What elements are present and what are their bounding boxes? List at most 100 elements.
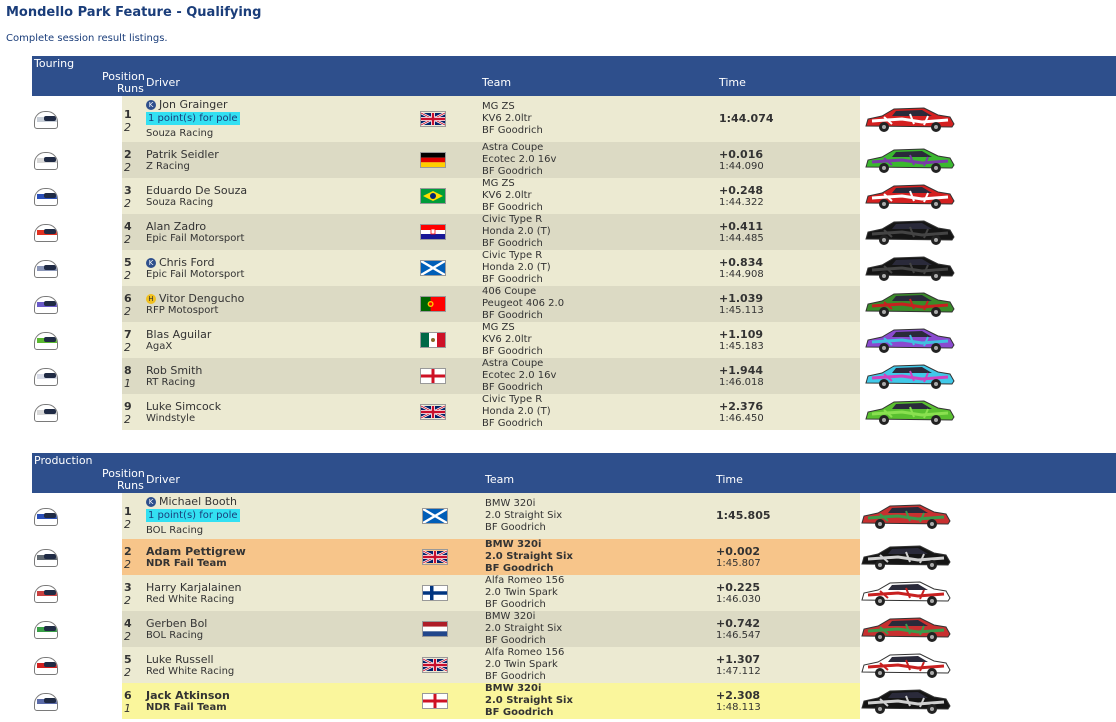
driver-name-text: Michael Booth — [159, 495, 237, 508]
car-livery-image — [858, 650, 952, 680]
car-tyres: BF Goodrich — [482, 274, 543, 285]
driver-name-text: Luke Simcock — [146, 400, 222, 413]
car-tyres: BF Goodrich — [485, 635, 546, 646]
team-name: Epic Fail Motorsport — [146, 233, 245, 244]
car-model: Astra Coupe — [482, 358, 544, 369]
team-name: BOL Racing — [146, 630, 204, 641]
table-row[interactable]: 2 2 Adam Pettigrew NDR Fail Team BMW 320i 2.0… — [32, 539, 1116, 575]
column-header-driver: Driver — [146, 473, 180, 486]
table-row[interactable]: 4 2 Gerben Bol BOL Racing BMW 320i 2.0 Straig… — [32, 611, 1116, 647]
table-row[interactable]: 1 2 K Michael Booth 1 point(s) for pole BOL R… — [32, 493, 1116, 539]
section-name: Touring — [34, 57, 75, 70]
car-livery-image — [862, 104, 956, 134]
position-value: 3 — [124, 184, 132, 197]
car-livery-image — [862, 217, 956, 247]
driver-name[interactable]: H Vitor Dengucho — [146, 292, 244, 305]
driver-name[interactable]: Jack Atkinson — [146, 689, 230, 702]
position-value: 4 — [124, 220, 132, 233]
driver-name[interactable]: Alan Zadro — [146, 220, 206, 233]
position-value: 2 — [124, 148, 132, 161]
car-model: BMW 320i — [485, 498, 536, 509]
pole-point-badge: 1 point(s) for pole — [146, 112, 240, 125]
car-tyres: BF Goodrich — [485, 522, 546, 533]
position-value: 6 — [124, 689, 132, 702]
driver-name-text: Jon Grainger — [159, 98, 228, 111]
car-livery-image — [862, 181, 956, 211]
car-engine: Honda 2.0 (T) — [482, 226, 551, 237]
driver-name[interactable]: Luke Russell — [146, 653, 214, 666]
runs-value: 2 — [124, 197, 131, 210]
position-value: 8 — [124, 364, 132, 377]
time-gap: +0.225 — [716, 581, 761, 594]
runs-value: 2 — [124, 121, 131, 134]
team-name: Epic Fail Motorsport — [146, 269, 245, 280]
table-row[interactable]: 4 2 Alan Zadro Epic Fail Motorsport Civic Ty… — [32, 214, 1116, 250]
time-value: 1:44.074 — [719, 112, 774, 125]
car-engine: Peugeot 406 2.0 — [482, 298, 565, 309]
driver-name[interactable]: K Michael Booth — [146, 495, 237, 508]
table-row[interactable]: 5 2 K Chris Ford Epic Fail Motorsport Civic T… — [32, 250, 1116, 286]
table-row[interactable]: 2 2 Patrik Seidler Z Racing Astra Coupe Ecote… — [32, 142, 1116, 178]
helmet-visor — [44, 698, 56, 703]
driver-name-text: Chris Ford — [159, 256, 215, 269]
runs-value: 2 — [124, 305, 131, 318]
driver-name-text: Vitor Dengucho — [159, 292, 245, 305]
driver-name[interactable]: Luke Simcock — [146, 400, 221, 413]
helmet-visor — [44, 626, 56, 631]
driver-name[interactable]: Adam Pettigrew — [146, 545, 246, 558]
helmet-icon — [34, 296, 58, 314]
column-header-time: Time — [716, 473, 743, 486]
flag-portugal-icon — [420, 296, 446, 312]
table-row[interactable]: 6 2 H Vitor Dengucho RFP Motosport 406 Coupe P… — [32, 286, 1116, 322]
car-model: MG ZS — [482, 322, 515, 333]
table-row[interactable]: 3 2 Harry Karjalainen Red White Racing Alfa … — [32, 575, 1116, 611]
driver-name-text: Luke Russell — [146, 653, 214, 666]
driver-name[interactable]: Harry Karjalainen — [146, 581, 242, 594]
car-engine: Ecotec 2.0 16v — [482, 154, 557, 165]
table-row[interactable]: 7 2 Blas Aguilar AgaX MG ZS KV6 2.0ltr BF Good… — [32, 322, 1116, 358]
helmet-icon — [34, 549, 58, 567]
car-livery-image — [862, 361, 956, 391]
driver-name-text: Harry Karjalainen — [146, 581, 242, 594]
team-name: RT Racing — [146, 377, 196, 388]
table-row[interactable]: 6 1 Jack Atkinson NDR Fail Team BMW 320i 2.0 … — [32, 683, 1116, 719]
driver-name[interactable]: K Chris Ford — [146, 256, 214, 269]
car-tyres: BF Goodrich — [482, 238, 543, 249]
driver-name[interactable]: Blas Aguilar — [146, 328, 211, 341]
car-livery-image — [858, 542, 952, 572]
driver-name[interactable]: Eduardo De Souza — [146, 184, 247, 197]
lap-time: 1:44.485 — [719, 233, 764, 244]
table-row[interactable]: 3 2 Eduardo De Souza Souza Racing MG ZS KV6 2… — [32, 178, 1116, 214]
car-livery-image — [858, 614, 952, 644]
driver-name[interactable]: Gerben Bol — [146, 617, 207, 630]
table-row[interactable]: 8 1 Rob Smith RT Racing Astra Coupe Ecotec 2.… — [32, 358, 1116, 394]
position-value: 6 — [124, 292, 132, 305]
table-row[interactable]: 5 2 Luke Russell Red White Racing Alfa Romeo… — [32, 647, 1116, 683]
table-row[interactable]: 1 2 K Jon Grainger 1 point(s) for pole Souza … — [32, 96, 1116, 142]
car-engine: 2.0 Straight Six — [485, 695, 573, 706]
flag-finland-icon — [422, 585, 448, 601]
team-name: Red White Racing — [146, 594, 235, 605]
car-model: Astra Coupe — [482, 142, 544, 153]
helmet-icon — [34, 693, 58, 711]
position-value: 3 — [124, 581, 132, 594]
driver-name[interactable]: Patrik Seidler — [146, 148, 219, 161]
time-value: 1:45.805 — [716, 509, 771, 522]
time-gap: +1.109 — [719, 328, 764, 341]
helmet-icon — [34, 332, 58, 350]
lap-time: 1:46.547 — [716, 630, 761, 641]
driver-name[interactable]: Rob Smith — [146, 364, 202, 377]
lap-time: 1:46.030 — [716, 594, 761, 605]
car-model: BMW 320i — [485, 611, 536, 622]
column-header-team: Team — [485, 473, 515, 486]
table-row[interactable]: 9 2 Luke Simcock Windstyle Civic Type R Honda… — [32, 394, 1116, 430]
driver-name[interactable]: K Jon Grainger — [146, 98, 228, 111]
car-tyres: BF Goodrich — [485, 707, 554, 718]
car-model: Alfa Romeo 156 — [485, 575, 565, 586]
helmet-icon — [34, 508, 58, 526]
flag-brazil-icon — [420, 188, 446, 204]
runs-value: 2 — [124, 594, 131, 607]
team-name: RFP Motosport — [146, 305, 219, 316]
car-engine: Honda 2.0 (T) — [482, 406, 551, 417]
team-name: Z Racing — [146, 161, 190, 172]
